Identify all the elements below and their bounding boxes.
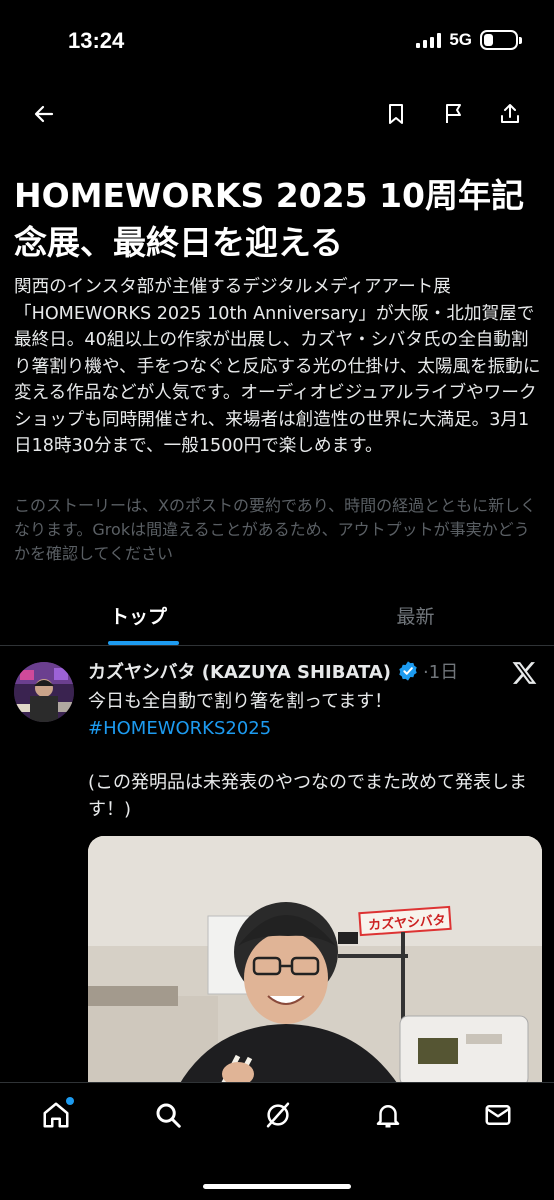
post-text: 今日も全自動で割り箸を割ってます！ #HOMEWORKS2025 (この発明品は… [88, 688, 534, 823]
tab-bar: トップ 最新 [0, 590, 554, 646]
post-hashtag[interactable]: #HOMEWORKS2025 [88, 715, 534, 742]
grok-icon[interactable] [262, 1099, 294, 1131]
signal-icon [416, 32, 442, 48]
bookmark-icon[interactable] [382, 100, 410, 128]
tab-top-label: トップ [109, 606, 167, 628]
verified-badge-icon [399, 661, 417, 681]
active-tab-indicator [108, 641, 179, 645]
bottom-nav [0, 1082, 554, 1200]
home-indicator [203, 1184, 351, 1189]
tab-top[interactable]: トップ [0, 590, 277, 645]
messages-icon[interactable] [482, 1099, 514, 1131]
post-author[interactable]: カズヤシバタ (KAZUYA SHIBATA) [88, 658, 391, 684]
network-type: 5G [449, 30, 472, 49]
home-notification-dot [66, 1097, 74, 1105]
search-icon[interactable] [152, 1099, 184, 1131]
home-icon[interactable] [40, 1097, 74, 1131]
post-line-1: 今日も全自動で割り箸を割ってます！ [88, 691, 393, 712]
battery-icon [480, 30, 522, 50]
back-arrow-icon[interactable] [30, 100, 58, 128]
post-line-2: (この発明品は未発表のやつなのでまた改めて発表します！) [88, 772, 528, 820]
status-indicators: 5G [416, 30, 522, 50]
story-title: HOMEWORKS 2025 10周年記念展、最終日を迎える [14, 176, 525, 262]
post-header: カズヤシバタ (KAZUYA SHIBATA) ·1日 [88, 658, 508, 684]
share-icon[interactable] [496, 100, 524, 128]
tab-latest-label: 最新 [396, 606, 435, 628]
avatar[interactable] [14, 662, 74, 722]
flag-icon[interactable] [440, 100, 468, 128]
story-disclaimer: このストーリーは、Xのポストの要約であり、時間の経過とともに新しくなります。Gr… [14, 496, 537, 563]
tab-latest[interactable]: 最新 [277, 590, 554, 645]
x-logo-icon[interactable] [512, 660, 538, 686]
top-nav [0, 92, 554, 136]
status-bar: 13:24 5G [0, 0, 554, 84]
post-time: ·1日 [423, 662, 459, 683]
notifications-icon[interactable] [372, 1099, 404, 1131]
story-summary: 関西のインスタ部が主催するデジタルメディアアート展「HOMEWORKS 2025… [14, 277, 541, 456]
status-time: 13:24 [68, 28, 125, 53]
